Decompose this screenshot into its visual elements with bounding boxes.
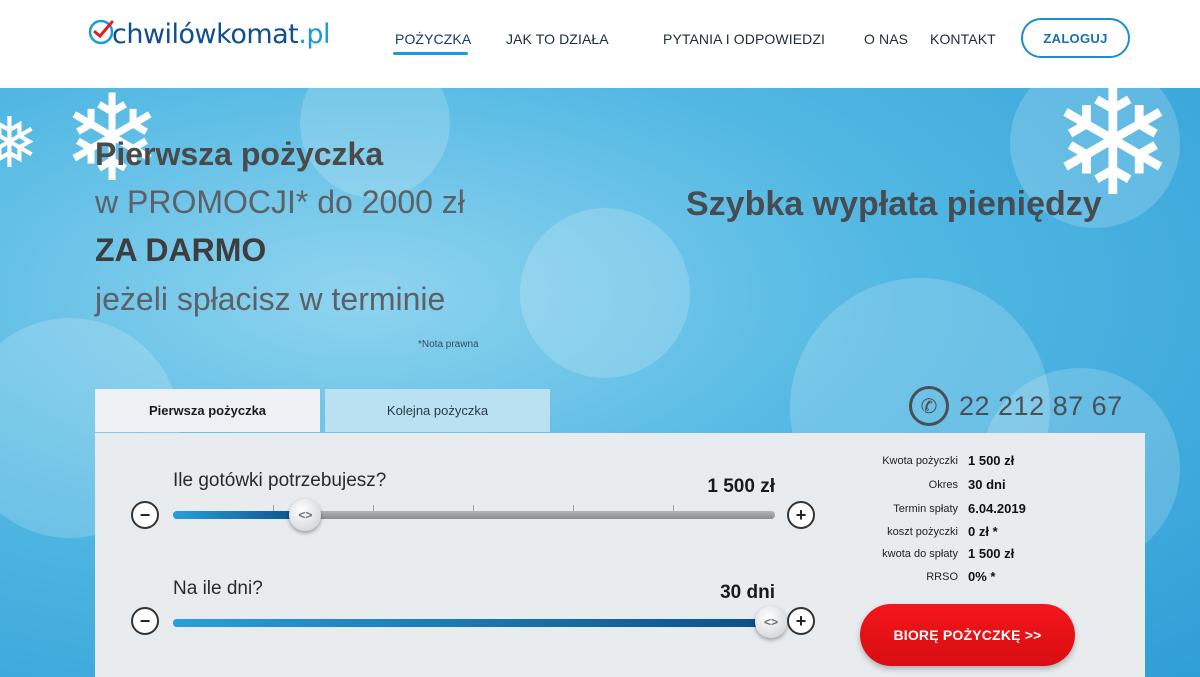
tab-first-loan[interactable]: Pierwsza pożyczka — [95, 389, 320, 432]
summary-label: koszt pożyczki — [887, 526, 958, 538]
legal-note-link[interactable]: *Nota prawna — [418, 339, 479, 350]
hero-condition-line: jeżeli spłacisz w terminie — [95, 281, 446, 317]
summary-row: koszt pożyczki 0 zł * — [860, 523, 1080, 543]
summary-label: Okres — [928, 479, 958, 491]
amount-slider-track[interactable] — [173, 505, 775, 519]
slider-tick — [673, 505, 674, 511]
summary-value: 6.04.2019 — [968, 501, 1026, 516]
summary-label: Termin spłaty — [893, 503, 958, 515]
summary-value: 0 zł * — [968, 524, 998, 539]
tab-next-loan[interactable]: Kolejna pożyczka — [325, 389, 550, 432]
summary-value: 0% * — [968, 569, 996, 584]
days-value: 30 dni — [720, 582, 775, 603]
amount-plus-button[interactable]: + — [787, 501, 815, 529]
nav-item-jak-to-dziala[interactable]: JAK TO DZIAŁA — [506, 31, 609, 47]
days-minus-button[interactable]: − — [131, 607, 159, 635]
nav-item-pozyczka[interactable]: POŻYCZKA — [395, 31, 471, 47]
summary-row: Kwota pożyczki 1 500 zł — [860, 452, 1080, 472]
summary-row: Termin spłaty 6.04.2019 — [860, 500, 1080, 520]
site-header: chwilówkomat.pl POŻYCZKA JAK TO DZIAŁA P… — [0, 0, 1200, 88]
amount-slider-fill — [173, 511, 306, 519]
summary-row: RRSO 0% * — [860, 568, 1080, 588]
site-logo[interactable]: chwilówkomat.pl — [86, 14, 331, 54]
amount-value: 1 500 zł — [707, 476, 775, 497]
slider-tick — [273, 505, 274, 511]
slider-tick — [473, 505, 474, 511]
days-slider-handle[interactable]: <> — [755, 606, 787, 638]
summary-label: RRSO — [926, 571, 958, 583]
summary-row: kwota do spłaty 1 500 zł — [860, 545, 1080, 565]
summary-row: Okres 30 dni — [860, 476, 1080, 496]
bokeh-circle — [520, 208, 690, 378]
phone-contact[interactable]: ✆ 22 212 87 67 — [909, 386, 1123, 426]
hero-free-line: ZA DARMO — [95, 232, 267, 268]
summary-value: 30 dni — [968, 477, 1006, 492]
days-slider-track[interactable] — [173, 619, 775, 627]
hero-right-headline: Szybka wypłata pieniędzy — [686, 185, 1102, 223]
phone-number: 22 212 87 67 — [959, 390, 1123, 421]
nav-item-kontakt[interactable]: KONTAKT — [930, 31, 996, 47]
take-loan-button[interactable]: BIORĘ POŻYCZKĘ >> — [860, 604, 1075, 666]
clock-logo-icon — [86, 17, 116, 47]
days-slider-fill — [173, 619, 775, 627]
snowflake-icon: ❅ — [0, 102, 39, 184]
hero-promo-line: w PROMOCJI* do 2000 zł — [95, 184, 465, 220]
logo-tld-text: .pl — [298, 18, 331, 50]
hero-headline: Pierwsza pożyczka — [95, 136, 384, 172]
summary-label: kwota do spłaty — [882, 548, 958, 560]
nav-active-underline — [393, 52, 468, 55]
summary-value: 1 500 zł — [968, 453, 1015, 468]
login-button[interactable]: ZALOGUJ — [1021, 18, 1130, 58]
summary-value: 1 500 zł — [968, 546, 1015, 561]
slider-tick — [373, 505, 374, 511]
logo-main-text: chwilówkomat — [112, 18, 299, 50]
amount-minus-button[interactable]: − — [131, 501, 159, 529]
nav-item-o-nas[interactable]: O NAS — [864, 31, 908, 47]
summary-label: Kwota pożyczki — [882, 455, 958, 467]
phone-icon: ✆ — [909, 386, 949, 426]
days-question: Na ile dni? — [173, 578, 263, 599]
amount-question: Ile gotówki potrzebujesz? — [173, 470, 387, 491]
days-plus-button[interactable]: + — [787, 607, 815, 635]
slider-tick — [573, 505, 574, 511]
nav-item-pytania[interactable]: PYTANIA I ODPOWIEDZI — [663, 31, 825, 47]
